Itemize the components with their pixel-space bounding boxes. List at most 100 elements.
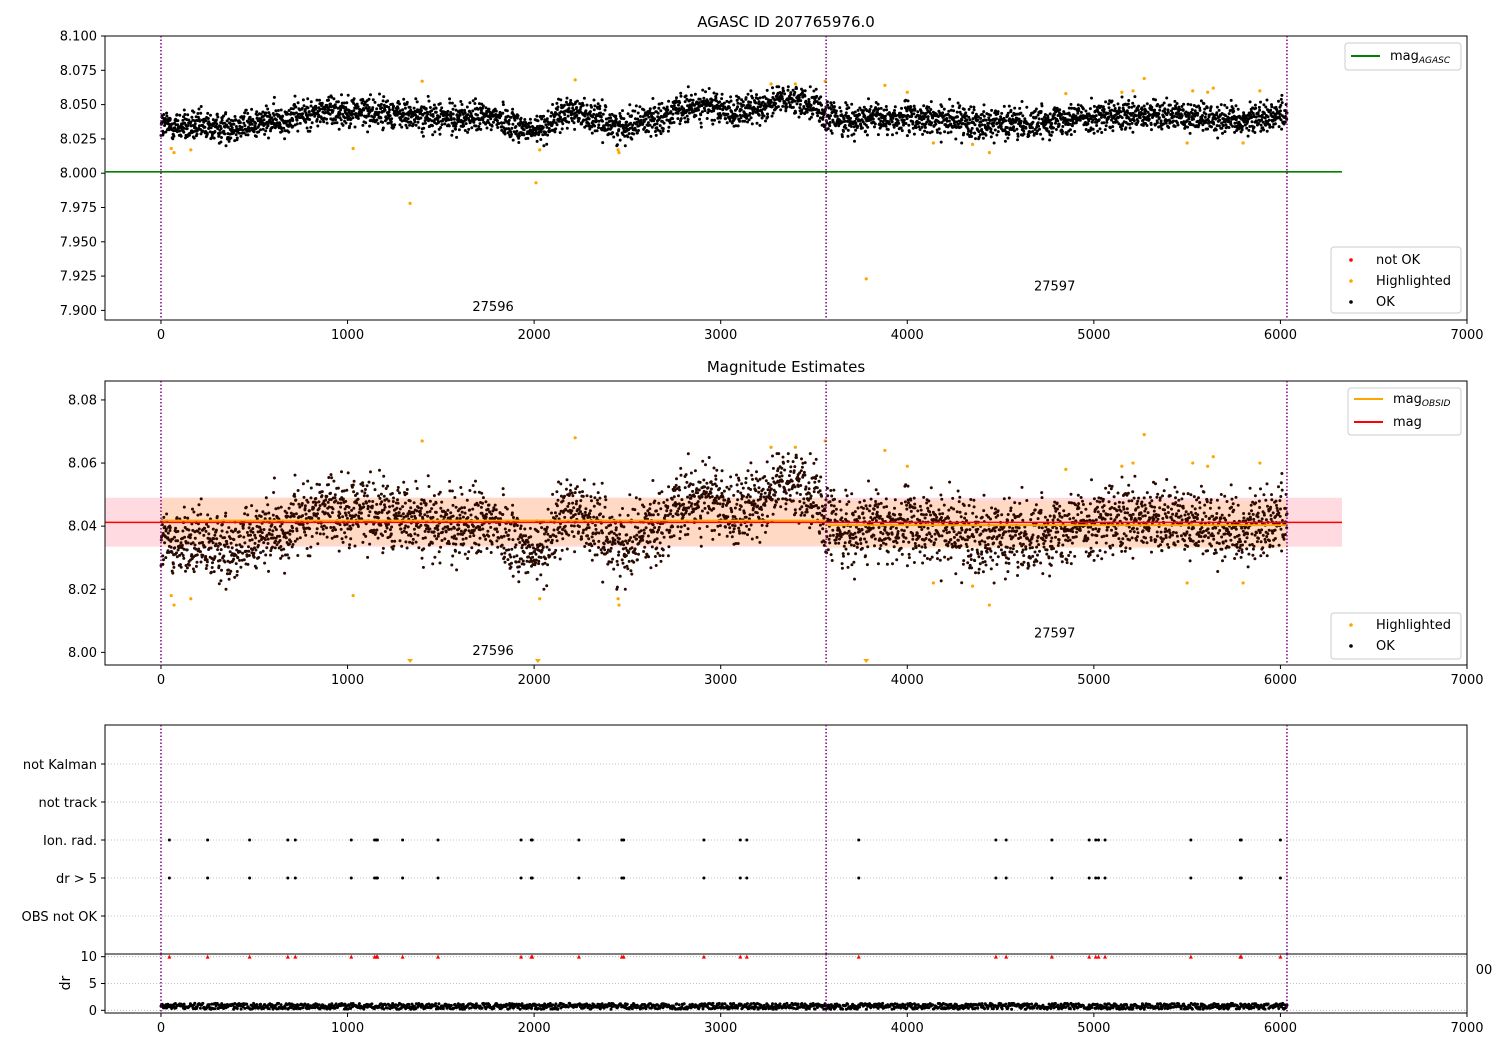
panel1-ytick-label: 7.975 xyxy=(60,201,97,216)
ok-point xyxy=(1022,132,1026,136)
ok-point xyxy=(582,96,586,100)
ok-point xyxy=(603,108,607,112)
ok-point xyxy=(400,125,404,129)
ok-point xyxy=(553,130,557,134)
panel1-xtick-label: 5000 xyxy=(1077,328,1110,343)
panel1-x-axis: 0 1000 2000 3000 4000 5000 6000 7000 xyxy=(157,320,1484,343)
ok-point xyxy=(296,129,300,133)
panel2-xtick-label: 2000 xyxy=(518,673,551,688)
ok-point xyxy=(171,571,175,575)
ok-point xyxy=(618,112,622,115)
ok-point xyxy=(1035,132,1039,136)
ok-point xyxy=(252,130,256,134)
ok-point xyxy=(201,129,205,133)
ok-point xyxy=(679,91,683,95)
ok-point xyxy=(175,551,178,555)
ok-point xyxy=(432,103,436,107)
ok-point xyxy=(301,523,305,526)
ok-point xyxy=(254,536,258,540)
ok-point xyxy=(780,97,784,101)
ok-point xyxy=(842,129,845,133)
ok-point xyxy=(675,96,678,100)
ok-point xyxy=(842,116,846,120)
ok-point xyxy=(280,554,284,558)
ok-point xyxy=(1048,112,1052,116)
ok-point xyxy=(679,94,683,98)
ok-point xyxy=(1220,126,1224,130)
ok-point xyxy=(220,118,224,122)
ok-point xyxy=(206,117,210,120)
ok-point xyxy=(1215,111,1219,115)
ok-point xyxy=(946,131,950,135)
ok-point xyxy=(243,512,247,516)
ok-point xyxy=(305,126,309,130)
ok-point xyxy=(426,94,430,98)
ok-point xyxy=(737,96,741,100)
magnitude-estimates-panel: Magnitude Estimates 0 1000 2000 3000 4000 500… xyxy=(68,358,1484,688)
ok-point xyxy=(989,127,993,131)
ok-point xyxy=(396,486,400,489)
ok-point xyxy=(370,504,374,508)
ok-point xyxy=(172,134,176,138)
ok-point xyxy=(517,134,521,138)
ok-point xyxy=(1061,125,1065,128)
ok-point xyxy=(1218,118,1222,122)
ok-point xyxy=(303,530,307,534)
ok-point xyxy=(1216,136,1220,140)
ok-point xyxy=(351,116,355,120)
ok-point xyxy=(1069,102,1073,106)
highlighted-point xyxy=(538,148,542,152)
ok-point xyxy=(481,118,485,122)
ok-point xyxy=(547,127,551,130)
ok-point xyxy=(251,527,255,531)
ok-point xyxy=(1246,120,1249,124)
ok-point xyxy=(182,505,186,509)
ok-point xyxy=(467,127,471,131)
ok-point xyxy=(191,567,195,571)
ok-point xyxy=(1158,108,1162,112)
ok-point xyxy=(334,499,338,503)
ok-point xyxy=(381,99,385,103)
ok-point xyxy=(672,121,676,124)
ok-point xyxy=(844,126,848,130)
ok-point xyxy=(1098,127,1102,131)
ok-point xyxy=(1190,108,1194,112)
ok-point xyxy=(1156,103,1160,106)
ok-point xyxy=(414,123,418,127)
ok-point xyxy=(1110,99,1114,103)
ok-point xyxy=(584,124,588,128)
ok-point xyxy=(616,133,620,137)
ok-point xyxy=(1096,129,1100,133)
ok-point xyxy=(392,544,396,548)
panel2-ytick-label: 8.04 xyxy=(68,520,97,535)
ok-point xyxy=(375,107,379,111)
ok-point xyxy=(833,105,836,109)
ok-point xyxy=(876,102,880,106)
ok-point xyxy=(247,526,251,530)
ok-point xyxy=(383,530,387,533)
ok-point xyxy=(922,104,926,108)
ok-point xyxy=(215,515,219,518)
ok-point xyxy=(876,133,880,137)
ok-point xyxy=(905,134,909,138)
ok-point xyxy=(320,494,324,498)
ok-point xyxy=(593,124,597,128)
ok-point xyxy=(166,531,170,535)
ok-point xyxy=(223,132,227,136)
ok-point xyxy=(281,114,285,118)
ok-point xyxy=(246,513,250,517)
highlighted-point xyxy=(931,141,935,145)
ok-point xyxy=(197,107,201,111)
ok-point xyxy=(230,546,234,550)
ok-point xyxy=(1210,125,1213,129)
ok-point xyxy=(779,108,783,112)
ok-point xyxy=(269,553,272,557)
ok-point xyxy=(911,121,915,124)
ok-point xyxy=(1232,109,1236,113)
ok-point xyxy=(714,96,718,100)
ok-point xyxy=(852,132,856,136)
ok-point xyxy=(209,113,212,117)
ok-point xyxy=(754,101,758,105)
ok-point xyxy=(592,112,596,116)
ok-point xyxy=(821,115,825,119)
